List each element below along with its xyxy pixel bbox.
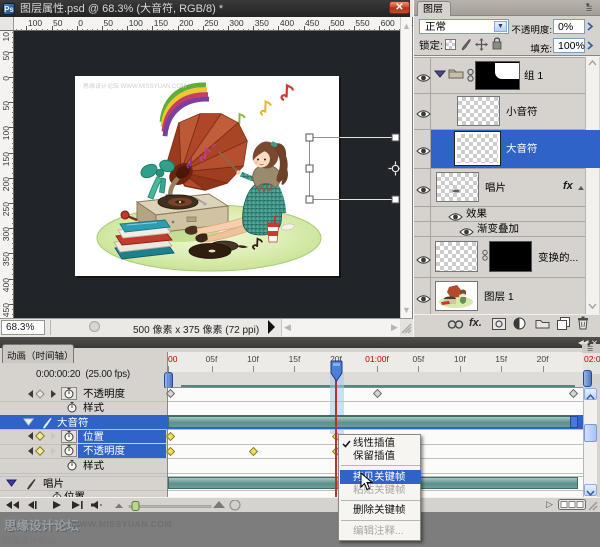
svg-text:思缘设计论坛 WWW.MISSYUAN.COM: 思缘设计论坛 WWW.MISSYUAN.COM [83, 82, 186, 90]
